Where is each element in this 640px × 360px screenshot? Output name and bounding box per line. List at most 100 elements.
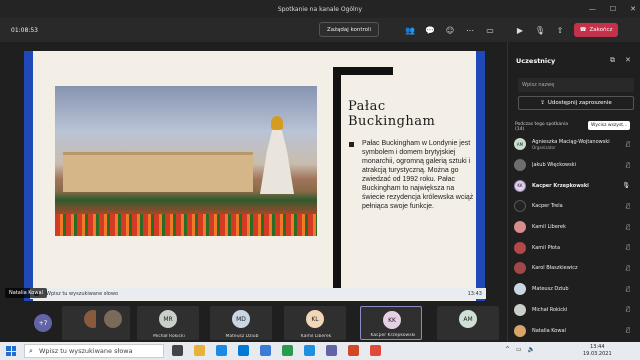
participant-name: Agnieszka Maciąg-Wojtanowski xyxy=(532,138,610,145)
tulip-garden xyxy=(55,214,317,236)
mic-muted-icon: 🎙̸ xyxy=(626,161,630,169)
file-explorer-icon[interactable] xyxy=(194,345,205,356)
participant-row[interactable]: Natalia Kowal 🎙̸ xyxy=(514,320,638,341)
avatar: KL xyxy=(306,310,324,328)
shared-screen-overlay: Wpisz tu wyszukiwane słowo 13:43 Natalia… xyxy=(0,286,507,303)
avatar: MD xyxy=(232,310,250,328)
avatar: AM xyxy=(459,310,477,328)
participant-tile[interactable]: MD Mateusz Dziub xyxy=(210,306,272,340)
mic-off-icon[interactable]: 🎙 xyxy=(534,24,546,36)
participant-row[interactable]: AM Agnieszka Maciąg-Wojtanowski Organiza… xyxy=(514,134,638,155)
shared-search-text: Wpisz tu wyszukiwane słowo xyxy=(46,290,118,297)
participant-row[interactable]: Mateusz Dziub 🎙̸ xyxy=(514,279,638,300)
close-panel-icon[interactable]: ✕ xyxy=(625,56,631,64)
minimize-icon[interactable]: — xyxy=(589,5,596,13)
skype-icon[interactable] xyxy=(304,345,315,356)
taskbar-search-input[interactable]: ⌕ Wpisz tu wyszukiwane słowa xyxy=(24,344,164,358)
leave-label: Zakończ xyxy=(589,27,613,33)
teams-icon[interactable] xyxy=(326,345,337,356)
participant-search-input[interactable]: Wpisz nazwę xyxy=(518,78,634,92)
avatar xyxy=(514,303,526,316)
mic-muted-icon: 🎙̸ xyxy=(626,306,630,314)
participant-tile-name: Kacper Krzepkowski xyxy=(370,333,416,338)
rooms-icon[interactable]: ▭ xyxy=(484,24,496,36)
participant-row[interactable]: Kamil Liberek 🎙̸ xyxy=(514,217,638,238)
participant-tile[interactable] xyxy=(96,306,130,340)
avatar xyxy=(514,241,526,254)
panel-title: Uczestnicy xyxy=(516,57,556,65)
mic-muted-icon: 🎙̸ xyxy=(626,223,630,231)
section-label[interactable]: Podczas tego spotkania (14) xyxy=(515,122,568,132)
edge-icon[interactable] xyxy=(216,345,227,356)
camera-off-icon[interactable]: ▶ xyxy=(514,24,526,36)
slide-body-text: Pałac Buckingham w Londynie jest symbole… xyxy=(362,140,474,210)
participant-tile[interactable]: KK Kacper Krzepkowski xyxy=(360,306,422,340)
participant-name: Kamil Płota xyxy=(532,244,561,251)
participant-tile-name: Kamil Liberek xyxy=(300,334,332,339)
close-icon[interactable]: ✕ xyxy=(630,5,636,13)
volume-icon[interactable]: 🔈 xyxy=(528,346,535,353)
search-icon: ⌕ xyxy=(29,347,33,355)
windows-taskbar: ⌕ Wpisz tu wyszukiwane słowa ^ ▭ 🔈 13:44… xyxy=(0,342,640,360)
chat-icon[interactable]: 💬 xyxy=(424,24,436,36)
window-title: Spotkanie na kanale Ogólny xyxy=(277,5,363,13)
participant-tile-name: Michał Rokicki xyxy=(153,334,185,339)
participant-tile[interactable]: AM xyxy=(437,306,499,340)
participant-name: Michał Rokicki xyxy=(532,306,568,313)
chevron-up-icon[interactable]: ^ xyxy=(505,346,510,353)
participant-tile[interactable]: KL Kamil Liberek xyxy=(284,306,346,340)
maximize-icon[interactable]: ☐ xyxy=(610,5,616,13)
mic-on-icon: 🎙 xyxy=(622,182,630,190)
clock-time: 13:44 xyxy=(590,344,605,350)
avatar xyxy=(514,324,526,337)
shared-screen: Pałac Buckingham Pałac Buckingham w Lond… xyxy=(0,42,507,304)
taskbar-clock[interactable]: 13:44 19.03.2021 xyxy=(583,344,612,358)
request-control-button[interactable]: Zażądaj kontroli xyxy=(319,22,379,37)
system-tray: ^ ▭ 🔈 xyxy=(505,346,535,353)
participant-name: Karol Błaszkiewicz xyxy=(532,265,578,272)
participant-row[interactable]: Jakub Więckowski 🎙̸ xyxy=(514,155,638,176)
mic-muted-icon: 🎙̸ xyxy=(626,140,630,148)
participant-row[interactable]: Michał Rokicki 🎙̸ xyxy=(514,300,638,321)
participant-name: Kacper Trela xyxy=(532,203,563,210)
participants-panel: Uczestnicy ⧉ ✕ Wpisz nazwę ⇪ Udostępnij … xyxy=(507,42,640,342)
participant-tile-name: Mateusz Dziub xyxy=(225,334,259,339)
participants-icon[interactable]: 👥 xyxy=(404,24,416,36)
shared-taskbar: Wpisz tu wyszukiwane słowo 13:43 xyxy=(30,288,486,299)
bullet-icon xyxy=(349,142,354,147)
network-icon[interactable]: ▭ xyxy=(516,346,522,353)
avatar xyxy=(514,283,526,296)
popout-icon[interactable]: ⧉ xyxy=(610,56,615,65)
memorial-statue xyxy=(271,116,283,130)
mic-muted-icon: 🎙̸ xyxy=(626,285,630,293)
avatar: AM xyxy=(514,138,526,151)
app-icon[interactable] xyxy=(370,345,381,356)
participant-row[interactable]: Kamil Płota 🎙̸ xyxy=(514,237,638,258)
mail-icon[interactable] xyxy=(260,345,271,356)
participant-row[interactable]: Kacper Trela 🎙̸ xyxy=(514,196,638,217)
windows-start-icon[interactable] xyxy=(6,346,16,356)
app-icon[interactable] xyxy=(282,345,293,356)
share-screen-icon[interactable]: ⇧ xyxy=(554,24,566,36)
participant-role: Organizator xyxy=(532,144,556,150)
mute-all-tooltip[interactable]: Wycisz wszyst... xyxy=(588,121,631,130)
more-participants-count[interactable]: +7 xyxy=(34,314,52,332)
avatar: MR xyxy=(159,310,177,328)
participant-row[interactable]: Karol Błaszkiewicz 🎙̸ xyxy=(514,258,638,279)
mic-muted-icon: 🎙̸ xyxy=(626,202,630,210)
more-actions-icon[interactable]: ⋯ xyxy=(464,24,476,36)
share-invite-label: Udostępnij zaproszenie xyxy=(547,100,612,106)
reactions-icon[interactable]: ☺ xyxy=(444,24,456,36)
participants-list: AM Agnieszka Maciąg-Wojtanowski Organiza… xyxy=(514,134,638,341)
task-view-icon[interactable] xyxy=(172,345,183,356)
slide-title: Pałac Buckingham xyxy=(348,99,436,129)
store-icon[interactable] xyxy=(238,345,249,356)
palace-building xyxy=(63,152,253,192)
buckingham-photo xyxy=(55,86,317,236)
participant-row[interactable]: KK Kacper Krzepkowski 🎙 xyxy=(514,175,638,196)
powerpoint-icon[interactable] xyxy=(348,345,359,356)
leave-button[interactable]: ☎ Zakończ xyxy=(574,23,618,37)
participant-tile[interactable]: MR Michał Rokicki xyxy=(137,306,199,340)
share-invite-button[interactable]: ⇪ Udostępnij zaproszenie xyxy=(518,96,634,110)
avatar xyxy=(104,310,122,328)
